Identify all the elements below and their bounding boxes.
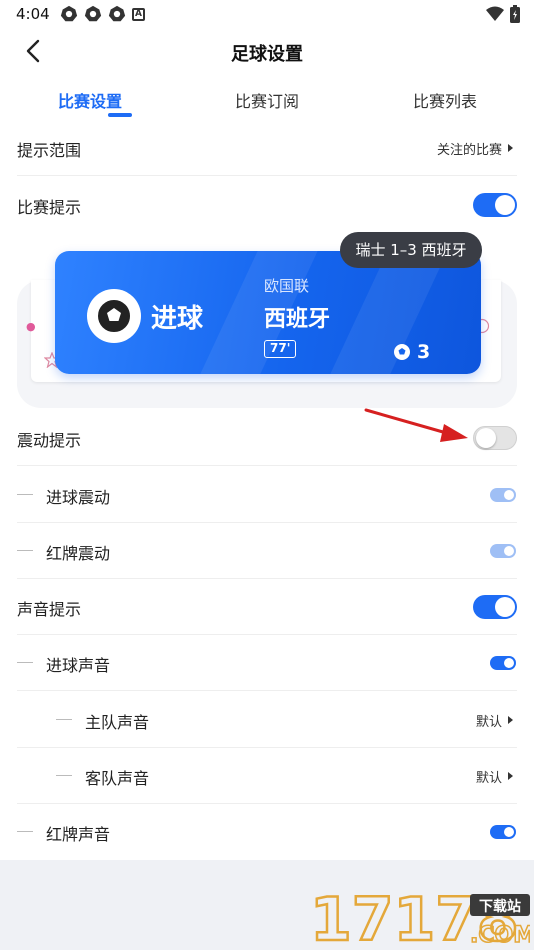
row-label: 进球声音 (46, 656, 111, 675)
status-bar: 4:04 A (0, 0, 534, 28)
goal-vibrate-toggle[interactable] (490, 488, 516, 502)
tab-match-subscription[interactable]: 比赛订阅 (207, 88, 327, 112)
goal-notification-banner: 进球 欧国联 西班牙 77' 3 (55, 251, 481, 374)
goal-label: 进球 (151, 304, 204, 334)
toggle-knob (504, 490, 514, 500)
indent-dash (17, 494, 33, 495)
watermark-tag: 下载站 (479, 898, 521, 915)
site-watermark-logo: 17178 下载站 .COM (310, 884, 530, 948)
toggle-knob (504, 546, 514, 556)
goal-sound-toggle[interactable] (490, 656, 516, 670)
score-bubble: 瑞士 1–3 西班牙 (340, 232, 482, 268)
nav-bar: 足球设置 (0, 28, 534, 74)
ghost-text-icon: ● (26, 320, 36, 333)
toggle-knob (504, 658, 514, 668)
toggle-knob (504, 827, 514, 837)
caret-right-icon (508, 716, 513, 724)
row-label: 主队声音 (85, 713, 150, 732)
soccer-ball-icon (87, 289, 141, 343)
row-label: 比赛提示 (17, 198, 82, 217)
vibrate-alert-toggle[interactable] (473, 426, 517, 450)
status-system-icons (486, 5, 520, 23)
goal-count: 3 (393, 341, 430, 363)
toggle-knob (476, 428, 496, 448)
row-label: 提示范围 (17, 141, 82, 160)
status-notification-icons: A (60, 5, 145, 23)
row-sound-alert: 声音提示 (0, 579, 534, 635)
indent-dash (17, 550, 33, 551)
row-label: 红牌震动 (46, 544, 111, 563)
sound-alert-toggle[interactable] (473, 595, 517, 619)
indent-dash (17, 831, 33, 832)
tab-bar: 比赛设置 比赛订阅 比赛列表 (0, 80, 534, 120)
row-away-sound[interactable]: 客队声音 默认 (0, 748, 534, 804)
red-card-sound-toggle[interactable] (490, 825, 516, 839)
row-value: 默认 (475, 771, 502, 786)
row-label: 红牌声音 (46, 825, 111, 844)
status-time: 4:04 (16, 5, 50, 23)
caret-right-icon (508, 772, 513, 780)
tab-active-indicator (108, 113, 132, 117)
match-minute: 77' (264, 340, 297, 358)
toggle-knob (495, 597, 515, 617)
soccer-ball-icon (394, 344, 410, 360)
row-value: 关注的比赛 (436, 143, 502, 158)
battery-icon (510, 5, 520, 23)
app-notification-icon (84, 5, 102, 22)
row-value: 默认 (475, 715, 502, 730)
row-label: 震动提示 (17, 431, 82, 450)
row-label: 声音提示 (17, 600, 82, 619)
indent-dash (56, 719, 72, 720)
red-arrow-annotation (364, 408, 468, 442)
divider (17, 690, 517, 691)
wifi-icon (486, 6, 504, 21)
red-card-vibrate-toggle[interactable] (490, 544, 516, 558)
row-label: 进球震动 (46, 488, 111, 507)
tab-match-settings[interactable]: 比赛设置 (30, 88, 150, 112)
app-notification-icon (108, 5, 126, 22)
page-title: 足球设置 (231, 44, 303, 65)
match-alert-toggle[interactable] (473, 193, 517, 217)
team-name: 西班牙 (264, 307, 331, 332)
row-red-card-vibrate: 红牌震动 (0, 523, 534, 579)
a-notification-icon: A (132, 7, 145, 21)
banner-stripe (313, 251, 457, 374)
row-goal-vibrate: 进球震动 (0, 467, 534, 523)
divider (17, 175, 517, 176)
row-goal-sound: 进球声音 (0, 635, 534, 691)
row-label: 客队声音 (85, 769, 150, 788)
indent-dash (17, 662, 33, 663)
indent-dash (56, 775, 72, 776)
row-alert-scope[interactable]: 提示范围 关注的比赛 (0, 120, 534, 176)
row-red-card-sound: 红牌声音 (0, 804, 534, 860)
row-home-sound[interactable]: 主队声音 默认 (0, 692, 534, 748)
tab-match-list[interactable]: 比赛列表 (385, 88, 505, 112)
toggle-knob (495, 195, 515, 215)
row-match-alert: 比赛提示 (0, 177, 534, 233)
app-notification-icon (60, 5, 78, 22)
caret-right-icon (508, 144, 513, 152)
score-value: 3 (417, 341, 431, 363)
league-name: 欧国联 (264, 277, 310, 295)
divider (17, 465, 517, 466)
watermark-domain: .COM (470, 923, 530, 948)
